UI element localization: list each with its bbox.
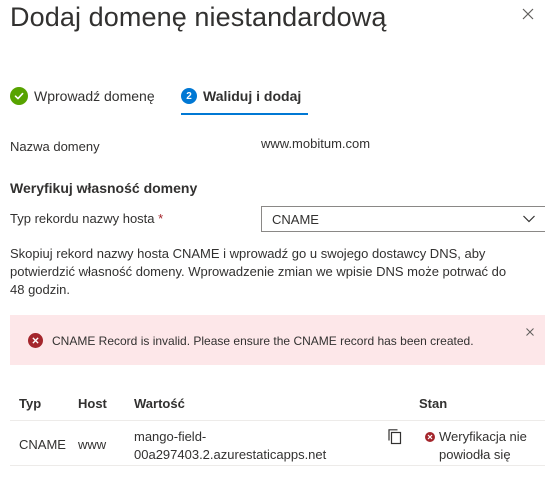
column-header-status: Stan [419, 396, 448, 411]
cell-type: CNAME [19, 437, 66, 452]
error-message-bar: CNAME Record is invalid. Please ensure t… [10, 315, 545, 365]
copy-value-button[interactable] [386, 427, 404, 447]
record-type-label-text: Typ rekordu nazwy hosta [10, 211, 155, 226]
error-message-text: CNAME Record is invalid. Please ensure t… [52, 334, 474, 348]
checkmark-circle-icon [10, 87, 28, 105]
record-type-label: Typ rekordu nazwy hosta * [10, 211, 163, 226]
step-number-badge: 2 [181, 88, 197, 104]
active-step-indicator [181, 113, 308, 115]
record-type-selected-value: CNAME [272, 211, 319, 227]
cell-status: Weryfikacja nie powiodła się [439, 429, 527, 462]
step-label: Waliduj i dodaj [203, 88, 302, 104]
step-validate-add[interactable]: 2 Waliduj i dodaj [181, 82, 301, 110]
close-icon [522, 8, 534, 20]
column-header-host: Host [78, 396, 107, 411]
verify-description: Skopiuj rekord nazwy hosta CNAME i wprow… [10, 246, 507, 297]
error-circle-icon [425, 432, 435, 442]
domain-name-label: Nazwa domeny [10, 139, 100, 154]
column-header-value: Wartość [134, 396, 185, 411]
close-icon [526, 328, 534, 336]
wizard-steps: Wprowadź domenę 2 Waliduj i dodaj [10, 82, 430, 118]
required-marker: * [158, 211, 164, 226]
copy-icon [388, 429, 402, 445]
cell-value: mango-field-00a297403.2.azurestaticapps.… [134, 429, 327, 462]
chevron-down-icon [523, 215, 535, 223]
domain-name-value: www.mobitum.com [261, 136, 371, 151]
record-type-select[interactable]: CNAME [261, 206, 545, 232]
error-circle-icon [28, 333, 43, 348]
column-header-type: Typ [19, 396, 42, 411]
table-header-divider [10, 420, 545, 421]
close-button[interactable] [518, 4, 538, 24]
panel-title: Dodaj domenę niestandardową [10, 2, 387, 32]
verify-section-title: Weryfikuj własność domeny [10, 180, 198, 196]
cell-host: www [78, 437, 107, 452]
step-label: Wprowadź domenę [34, 88, 155, 104]
table-row-divider [10, 465, 545, 466]
dismiss-error-button[interactable] [523, 325, 537, 339]
step-enter-domain[interactable]: Wprowadź domenę [10, 82, 155, 110]
